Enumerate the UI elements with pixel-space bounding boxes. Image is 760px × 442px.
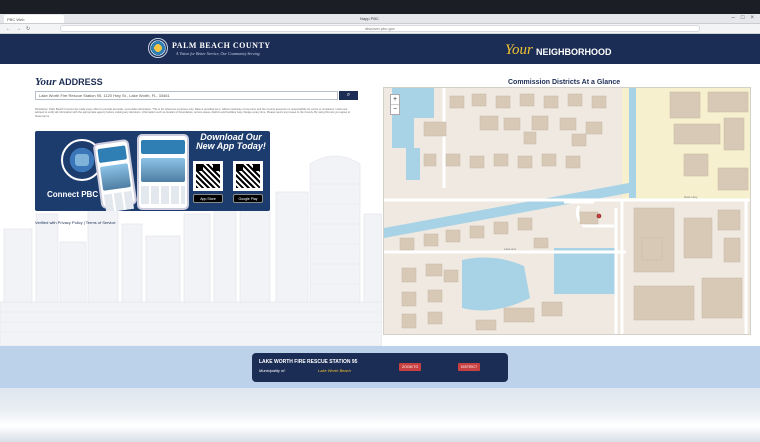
main-content: Your ADDRESS Lake Worth Fire Rescue Stat… [0,64,760,346]
url-bar[interactable]: discover.pbc.gov [60,25,700,32]
map-canvas: Lake Ave Dixie Hwy [384,88,750,334]
search-icon: ⌕ [346,92,351,98]
lower-background [0,388,760,442]
zoom-out-button[interactable]: − [391,104,399,114]
qr-code-ios[interactable] [193,161,223,191]
reload-icon[interactable]: ↻ [26,26,30,32]
county-seal-logo[interactable] [148,38,168,58]
your-neighborhood-logo-text: NEIGHBORHOOD [536,47,612,57]
station-name: LAKE WORTH FIRE RESCUE STATION 95 [259,359,358,365]
back-icon[interactable]: ← [6,26,11,32]
app-promo-banner[interactable]: Connect PBC Download Our New App Today! … [35,131,270,211]
browser-toolbar: ← → ↻ discover.pbc.gov [0,24,760,34]
svg-text:Lake Ave: Lake Ave [504,247,517,251]
county-tagline: A Vision for Better Service, Our Communi… [176,51,260,56]
station-info-bar: LAKE WORTH FIRE RESCUE STATION 95 Munici… [0,346,760,388]
connect-pbc-label: Connect PBC [47,190,99,199]
privacy-terms-link[interactable]: Verified with Privacy Policy | Terms of … [35,220,116,225]
download-app-heading: Download Our New App Today! [196,132,266,151]
address-title-script: Your [35,76,57,88]
disclaimer-text: Disclaimer: Palm Beach County has made e… [35,108,351,118]
qr-code-android[interactable] [233,161,263,191]
district-button[interactable]: DISTRICT [458,363,481,371]
map-zoom-control: + − [390,94,400,115]
forward-icon[interactable]: → [16,26,21,32]
address-search-button[interactable]: ⌕ [339,91,358,100]
browser-tab[interactable]: PBC Web [4,15,64,23]
svg-text:Dixie Hwy: Dixie Hwy [684,195,698,199]
district-map[interactable]: Lake Ave Dixie Hwy + − [383,87,751,335]
address-section-title: Your ADDRESS [35,76,103,88]
site-header: PALM BEACH COUNTY A Vision for Better Se… [0,34,760,64]
window-controls: – □ × [732,15,754,21]
browser-tab-strip: PBC Web Napp PBC – □ × [0,14,760,24]
google-play-badge[interactable]: Google Play [233,194,263,203]
address-title-text: ADDRESS [58,77,103,87]
zoom-in-button[interactable]: + [391,95,399,104]
minimize-icon[interactable]: – [732,15,735,21]
close-icon[interactable]: × [750,15,754,21]
app-store-badge[interactable]: App Store [193,194,223,203]
maximize-icon[interactable]: □ [741,15,745,21]
your-neighborhood-logo-script: Your [505,42,533,58]
station-card: LAKE WORTH FIRE RESCUE STATION 95 Munici… [252,353,508,382]
municipality-link[interactable]: Lake Worth Beach [318,368,351,373]
address-search-input[interactable]: Lake Worth Fire Rescue Station 95, 1120 … [35,91,338,100]
municipality-label: Municipality of: [259,368,286,373]
county-name: PALM BEACH COUNTY [172,41,271,50]
zoom-to-button[interactable]: ZOOM TO [399,363,422,371]
window-title: Napp PBC [360,16,379,21]
phone-mockup-left [92,138,138,211]
map-section-title: Commission Districts At a Glance [508,79,621,86]
phone-mockup-right [137,134,189,210]
monitor-bezel [0,0,760,14]
